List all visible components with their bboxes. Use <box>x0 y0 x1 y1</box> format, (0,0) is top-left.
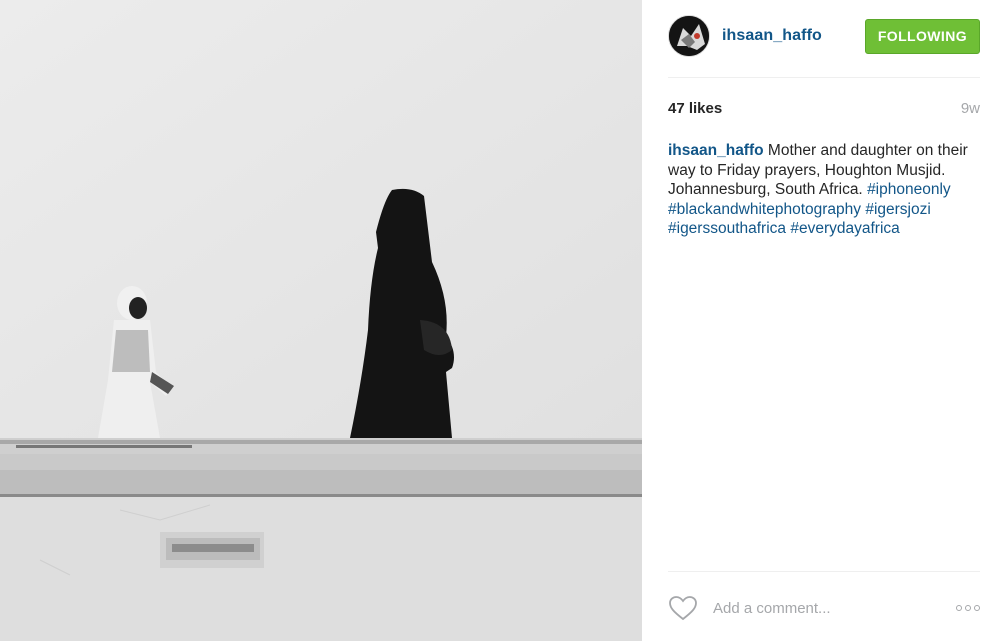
post-footer <box>668 588 980 628</box>
post-username[interactable]: ihsaan_haffo <box>722 27 822 45</box>
post-details-panel: ihsaan_haffo FOLLOWING 47 likes 9w ihsaa… <box>642 0 1000 641</box>
hashtag-link[interactable]: #iphoneonly <box>867 181 951 198</box>
caption-username[interactable]: ihsaan_haffo <box>668 142 764 159</box>
more-options-icon[interactable] <box>956 605 980 611</box>
photo-image <box>0 0 642 641</box>
post-header: ihsaan_haffo FOLLOWING <box>668 14 980 58</box>
hashtag-link[interactable]: #igerssouthafrica <box>668 220 786 237</box>
following-button[interactable]: FOLLOWING <box>864 18 980 54</box>
likes-count[interactable]: 47 likes <box>668 100 722 117</box>
header-divider <box>668 77 980 78</box>
avatar[interactable] <box>668 15 710 57</box>
hashtag-link[interactable]: #everydayafrica <box>790 220 899 237</box>
hashtag-link[interactable]: #blackandwhitephotography <box>668 201 861 218</box>
more-dot <box>956 605 962 611</box>
post-photo[interactable] <box>0 0 642 641</box>
hashtag-link[interactable]: #igersjozi <box>865 201 930 218</box>
more-dot <box>974 605 980 611</box>
heart-icon[interactable] <box>668 595 698 621</box>
footer-divider <box>668 571 980 572</box>
avatar-image <box>669 16 709 56</box>
more-dot <box>965 605 971 611</box>
post-age[interactable]: 9w <box>961 100 980 117</box>
post-caption: ihsaan_haffo Mother and daughter on thei… <box>668 141 983 239</box>
comment-input[interactable] <box>711 598 935 618</box>
